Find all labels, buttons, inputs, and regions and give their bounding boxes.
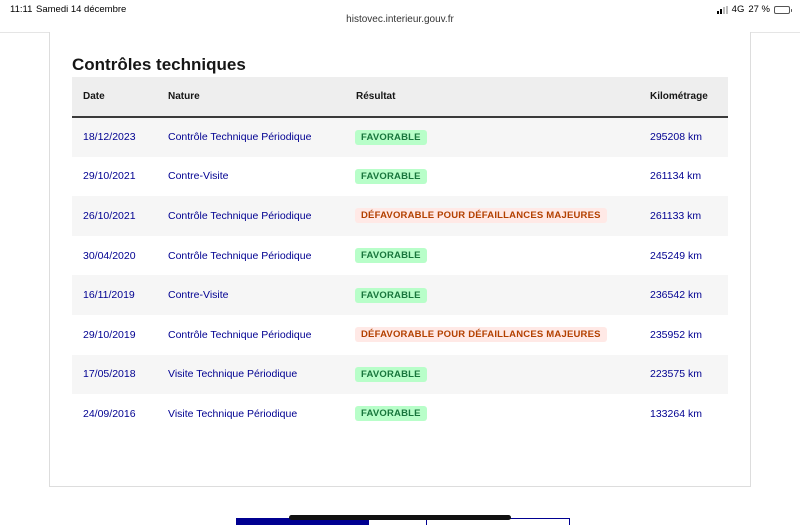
cell-nature: Contrôle Technique Périodique [168,209,312,222]
status-badge: FAVORABLE [355,248,427,264]
cell-nature: Contrôle Technique Périodique [168,328,312,341]
status-badge: FAVORABLE [355,366,427,382]
cell-date: 16/11/2019 [83,289,135,302]
section-title: Contrôles techniques [72,55,246,74]
table-header-row: Date Nature Résultat Kilométrage [72,77,728,117]
column-header-mileage: Kilométrage [650,91,708,102]
table-row: 29/10/2021 Contre-Visite FAVORABLE 26113… [72,156,728,197]
status-badge: FAVORABLE [355,129,427,145]
cell-result: FAVORABLE [345,236,639,276]
cell-nature: Contre-Visite [168,289,229,302]
column-header-result: Résultat [356,91,396,102]
status-badge: FAVORABLE [355,168,427,184]
cell-nature: Visite Technique Périodique [168,407,298,420]
cell-result: FAVORABLE [345,355,639,395]
cell-result: FAVORABLE [345,275,639,315]
cell-nature: Contre-Visite [168,170,229,183]
status-badge: FAVORABLE [355,287,427,303]
column-header-nature: Nature [168,91,200,102]
table-row: 18/12/2023 Contrôle Technique Périodique… [72,117,728,157]
cell-nature: Contrôle Technique Périodique [168,131,312,144]
cell-date: 17/05/2018 [83,368,136,381]
cell-date: 18/12/2023 [83,131,136,144]
column-header-date: Date [83,91,105,102]
cell-date: 26/10/2021 [83,209,136,222]
table-row: 16/11/2019 Contre-Visite FAVORABLE 23654… [72,275,728,315]
table-body: 18/12/2023 Contrôle Technique Périodique… [72,117,728,434]
table-row: 24/09/2016 Visite Technique Périodique F… [72,394,728,434]
cell-date: 29/10/2021 [83,170,136,183]
cell-mileage: 133264 km [650,407,702,420]
cell-result: DÉFAVORABLE POUR DÉFAILLANCES MAJEURES [345,196,639,236]
cell-mileage: 295208 km [650,131,702,144]
status-badge: DÉFAVORABLE POUR DÉFAILLANCES MAJEURES [355,327,607,343]
cellular-signal-icon [716,5,728,14]
table-row: 29/10/2019 Contrôle Technique Périodique… [72,314,728,355]
table-row: 17/05/2018 Visite Technique Périodique F… [72,354,728,395]
cell-mileage: 261133 km [650,209,702,222]
address-bar[interactable]: histovec.interieur.gouv.fr [0,14,800,25]
cell-mileage: 236542 km [650,289,702,302]
cell-date: 30/04/2020 [83,249,136,262]
cell-mileage: 245249 km [650,249,702,262]
cell-mileage: 223575 km [650,368,702,381]
cell-result: FAVORABLE [345,117,639,157]
cell-nature: Contrôle Technique Périodique [168,249,312,262]
cell-result: FAVORABLE [345,157,639,197]
cell-mileage: 235952 km [650,328,702,341]
cell-date: 29/10/2019 [83,328,136,341]
cell-mileage: 261134 km [650,170,702,183]
cell-nature: Visite Technique Périodique [168,368,298,381]
home-indicator [289,515,511,520]
cell-date: 24/09/2016 [83,407,136,420]
technical-inspections-table: Date Nature Résultat Kilométrage 18/12/2… [72,77,728,434]
table-row: 26/10/2021 Contrôle Technique Périodique… [72,196,728,236]
cell-result: DÉFAVORABLE POUR DÉFAILLANCES MAJEURES [345,315,639,355]
table-row: 30/04/2020 Contrôle Technique Périodique… [72,235,728,276]
status-badge: DÉFAVORABLE POUR DÉFAILLANCES MAJEURES [355,208,607,224]
status-badge: FAVORABLE [355,406,427,422]
cell-result: FAVORABLE [345,394,639,434]
battery-icon [774,5,792,14]
